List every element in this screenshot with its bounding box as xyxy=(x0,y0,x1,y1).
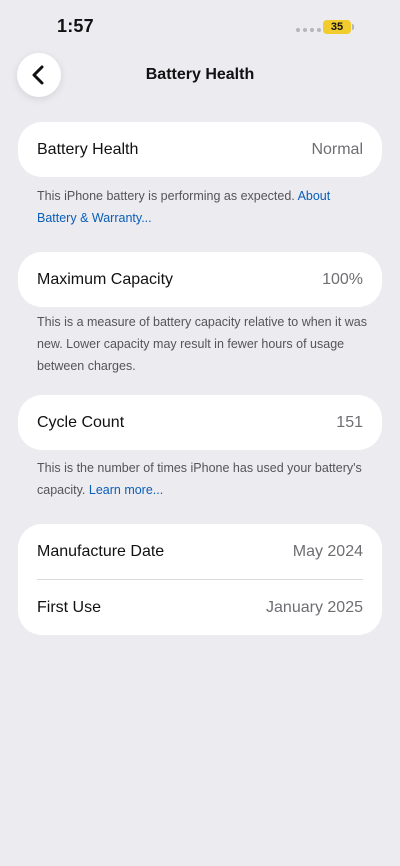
battery-level: 35 xyxy=(330,21,344,33)
battery-health-value: Normal xyxy=(311,140,363,158)
cycle-count-card: Cycle Count 151 xyxy=(18,395,382,450)
battery-health-label: Battery Health xyxy=(37,140,139,158)
maximum-capacity-card: Maximum Capacity 100% xyxy=(18,252,382,307)
manufacture-date-row: Manufacture Date May 2024 xyxy=(18,524,382,579)
first-use-row: First Use January 2025 xyxy=(18,580,382,635)
learn-more-link[interactable]: Learn more... xyxy=(89,483,163,497)
page-title: Battery Health xyxy=(145,66,255,83)
cycle-count-value: 151 xyxy=(336,413,363,431)
battery-icon: 35 xyxy=(323,20,351,34)
cycle-count-footnote-text: This is the number of times iPhone has u… xyxy=(37,461,362,497)
maximum-capacity-label: Maximum Capacity xyxy=(37,270,174,288)
first-use-label: First Use xyxy=(37,598,101,616)
first-use-value: January 2025 xyxy=(266,598,363,616)
manufacture-date-label: Manufacture Date xyxy=(37,542,165,560)
cellular-signal-icon xyxy=(296,28,321,32)
battery-health-card: Battery Health Normal xyxy=(18,122,382,177)
maximum-capacity-value: 100% xyxy=(322,270,363,288)
cycle-count-label: Cycle Count xyxy=(37,413,125,431)
battery-health-footnote-text: This iPhone battery is performing as exp… xyxy=(37,189,298,203)
maximum-capacity-footnote-text: This is a measure of battery capacity re… xyxy=(37,315,368,373)
maximum-capacity-row: Maximum Capacity 100% xyxy=(18,252,382,307)
battery-health-footnote: This iPhone battery is performing as exp… xyxy=(37,185,369,229)
battery-cap xyxy=(352,24,354,30)
dates-card: Manufacture Date May 2024 First Use Janu… xyxy=(18,524,382,635)
status-bar: 1:57 35 xyxy=(0,0,400,54)
cycle-count-footnote: This is the number of times iPhone has u… xyxy=(37,457,369,501)
maximum-capacity-footnote: This is a measure of battery capacity re… xyxy=(37,311,369,377)
status-time: 1:57 xyxy=(57,16,94,36)
manufacture-date-value: May 2024 xyxy=(292,542,363,560)
cycle-count-row: Cycle Count 151 xyxy=(18,395,382,450)
battery-health-row: Battery Health Normal xyxy=(18,122,382,177)
